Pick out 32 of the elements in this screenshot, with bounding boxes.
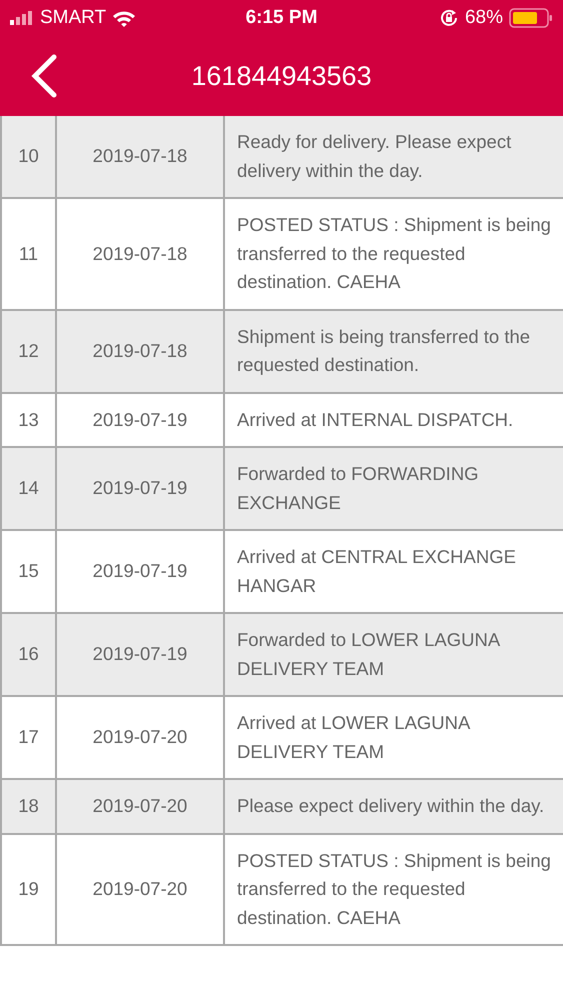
status-cell-text: POSTED STATUS : Shipment is being transferred to the requested destination. CAEHA bbox=[236, 848, 552, 930]
back-button[interactable] bbox=[30, 54, 58, 98]
row-number-cell: 16 bbox=[0, 614, 57, 695]
status-cell-text: Arrived at LOWER LAGUNA DELIVERY TEAM bbox=[236, 711, 471, 764]
rotation-lock-icon bbox=[438, 8, 459, 28]
date-cell: 2019-07-18 bbox=[57, 310, 225, 392]
carrier-name: SMART bbox=[40, 7, 106, 29]
row-number-cell: 10 bbox=[0, 116, 57, 197]
row-number-cell: 14 bbox=[0, 448, 57, 529]
date-cell: 2019-07-19 bbox=[57, 614, 225, 695]
battery-icon bbox=[509, 8, 553, 28]
back-icon bbox=[30, 54, 58, 98]
status-cell-text: Ready for delivery. Please expect delivery within the day. bbox=[236, 130, 512, 183]
status-cell-text: Forwarded to LOWER LAGUNA DELIVERY TEAM bbox=[236, 628, 501, 680]
status-cell-text: Arrived at INTERNAL DISPATCH. bbox=[236, 408, 514, 432]
status-cell-text: Please expect delivery within the day. bbox=[236, 794, 546, 818]
status-cell-text: Shipment is being transferred to the requested destination. bbox=[236, 324, 532, 377]
signal-icon bbox=[10, 11, 34, 25]
date-cell: 2019-07-20 bbox=[57, 834, 225, 944]
status-cell-text: Arrived at CENTRAL EXCHANGE HANGAR bbox=[236, 545, 517, 598]
battery-percent: 68% bbox=[464, 7, 503, 29]
status-cell-text: Forwarded to FORWARDING EXCHANGE bbox=[236, 462, 480, 514]
row-number-cell: 12 bbox=[0, 310, 57, 392]
row-number-cell: 18 bbox=[0, 780, 57, 832]
wifi-icon bbox=[112, 10, 136, 26]
tracking-number-title: 161844943563 bbox=[191, 60, 372, 92]
status-cell-text: POSTED STATUS : Shipment is being transferred to the requested destination. CAEHA bbox=[236, 213, 552, 294]
date-cell: 2019-07-20 bbox=[57, 780, 225, 832]
row-number-cell: 19 bbox=[0, 834, 57, 944]
date-cell: 2019-07-19 bbox=[57, 448, 225, 529]
date-cell: 2019-07-18 bbox=[57, 116, 225, 197]
clock-time: 6:15 PM bbox=[246, 7, 318, 29]
